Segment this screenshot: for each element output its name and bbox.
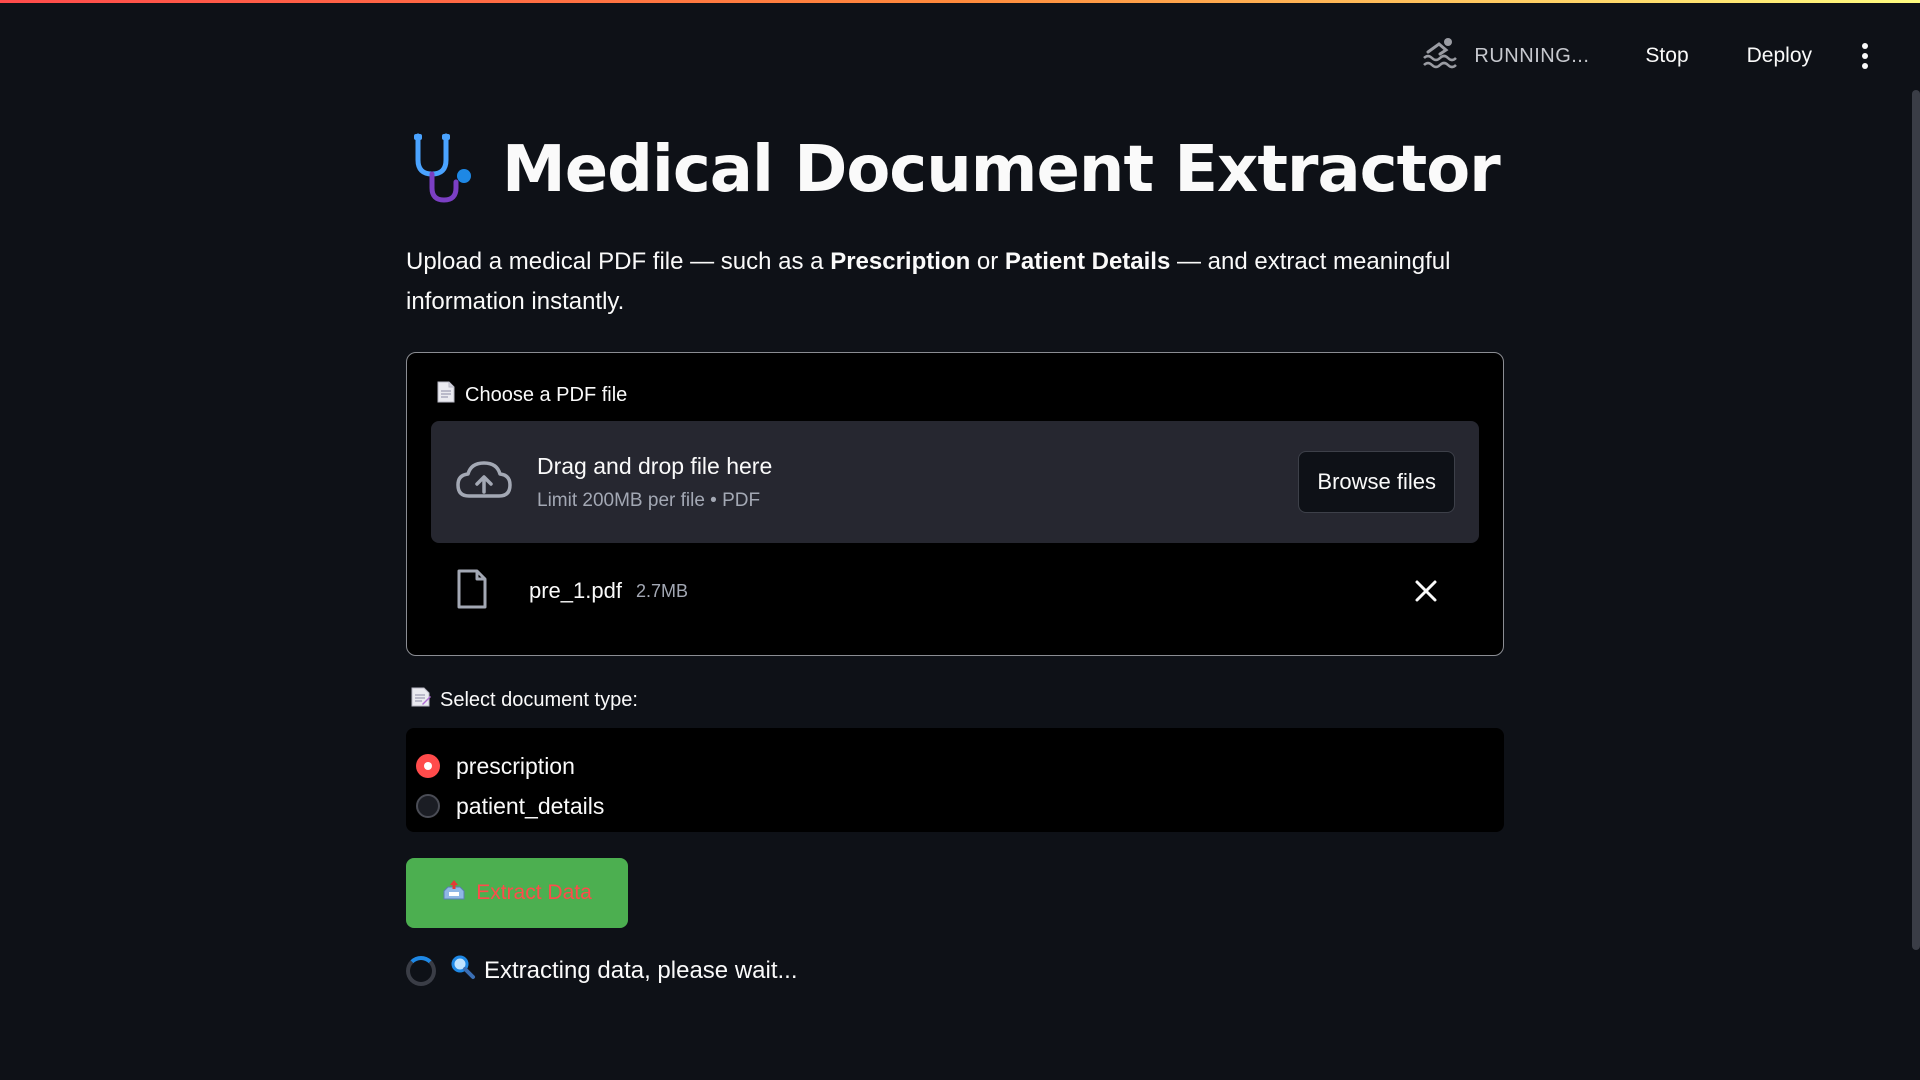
uploader-label-text: Choose a PDF file	[465, 383, 628, 406]
uploaded-file-size: 2.7MB	[635, 580, 688, 601]
extract-data-button[interactable]: Extract Data	[406, 858, 628, 928]
intro-bold-patient-details: Patient Details	[1004, 248, 1171, 275]
page-scrollbar[interactable]	[1912, 90, 1920, 950]
close-icon[interactable]	[1413, 578, 1439, 604]
uploader-label: Choose a PDF file	[431, 353, 1479, 407]
radio-option-label: prescription	[456, 752, 575, 779]
stethoscope-icon	[406, 130, 482, 211]
loading-status: Extracting data, please wait...	[406, 954, 1506, 987]
deploy-button[interactable]: Deploy	[1731, 36, 1828, 76]
radio-option-label: patient_details	[456, 792, 605, 819]
dropzone-limit-text: Limit 200MB per file • PDF	[537, 489, 761, 511]
dropzone-main-text: Drag and drop file here	[537, 452, 773, 479]
intro-mid: or	[970, 248, 1005, 275]
app-toolbar: RUNNING... Stop Deploy	[1422, 36, 1880, 76]
main-content: Medical Document Extractor Upload a medi…	[406, 120, 1506, 987]
top-decoration-bar	[0, 0, 1920, 3]
swimmer-icon	[1422, 36, 1460, 76]
file-icon	[455, 569, 489, 614]
running-status: RUNNING...	[1422, 36, 1589, 76]
uploaded-file-row: pre_1.pdf 2.7MB	[431, 543, 1479, 639]
kebab-menu-icon[interactable]	[1850, 36, 1880, 76]
intro-prefix: Upload a medical PDF file — such as a	[406, 248, 831, 275]
intro-bold-prescription: Prescription	[830, 248, 971, 275]
outbox-tray-icon	[442, 878, 466, 908]
file-uploader: Choose a PDF file Drag and drop file her…	[406, 352, 1504, 656]
page-document-icon	[437, 381, 455, 409]
document-type-label: Select document type:	[406, 686, 1506, 714]
dropzone-text: Drag and drop file here Limit 200MB per …	[537, 453, 1298, 512]
radio-selected[interactable]	[416, 754, 440, 778]
extract-data-label: Extract Data	[476, 881, 592, 904]
radio-option-patient-details[interactable]: patient_details	[416, 786, 1494, 826]
uploaded-file-name: pre_1.pdf	[529, 578, 622, 603]
status-text: RUNNING...	[1474, 44, 1590, 67]
document-type-label-text: Select document type:	[440, 688, 638, 711]
spinner-icon	[406, 955, 436, 986]
cloud-upload-icon	[455, 460, 513, 505]
page-title: Medical Document Extractor	[502, 133, 1501, 207]
memo-icon	[410, 686, 432, 714]
document-type-radio-group: prescription patient_details	[406, 728, 1504, 832]
stop-button[interactable]: Stop	[1629, 36, 1704, 76]
loading-text: Extracting data, please wait...	[484, 956, 798, 984]
browse-files-button[interactable]: Browse files	[1298, 451, 1455, 513]
title-row: Medical Document Extractor	[406, 120, 1506, 220]
magnifying-glass-icon	[450, 954, 484, 987]
radio-unselected[interactable]	[416, 794, 440, 818]
radio-option-prescription[interactable]: prescription	[416, 746, 1494, 786]
dropzone[interactable]: Drag and drop file here Limit 200MB per …	[431, 421, 1479, 543]
intro-text: Upload a medical PDF file — such as a Pr…	[406, 242, 1466, 322]
